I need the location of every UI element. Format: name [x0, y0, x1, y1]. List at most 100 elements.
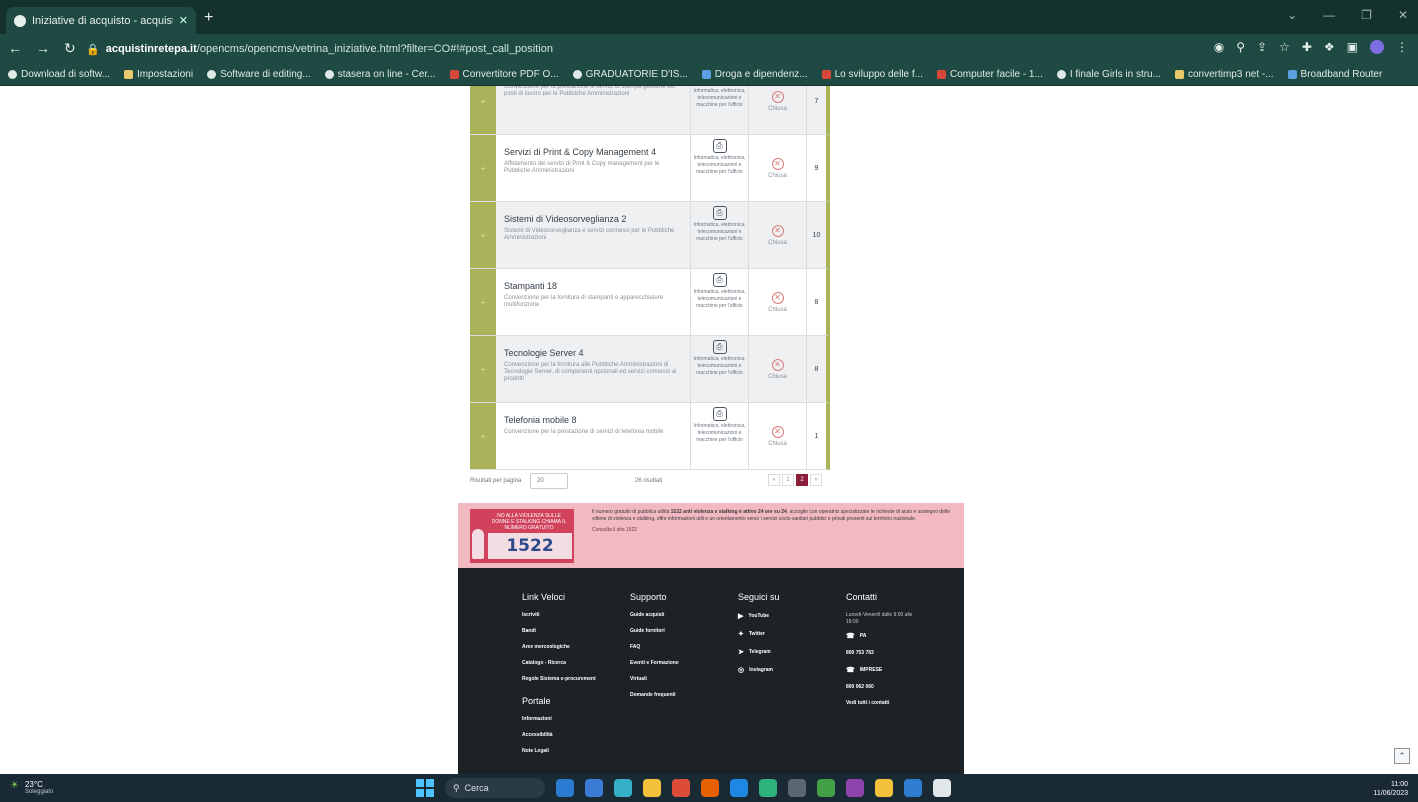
- footer-link[interactable]: Aree merceologiche: [522, 644, 596, 650]
- puzzle-icon[interactable]: ❖: [1324, 40, 1335, 54]
- calculator-icon[interactable]: [788, 779, 806, 797]
- initiative-row[interactable]: + Telefonia mobile 8 Convenzione per la pr…: [470, 403, 830, 470]
- footer-support-link[interactable]: Domande frequenti: [630, 692, 679, 698]
- initiative-description: Servizi di Print & Copy Management 4 Affi…: [496, 135, 690, 201]
- bookmark-star-icon[interactable]: ☆: [1279, 40, 1290, 54]
- mail-icon[interactable]: [585, 779, 603, 797]
- media-player-icon[interactable]: [846, 779, 864, 797]
- footer-link[interactable]: Iscriviti: [522, 612, 596, 618]
- folder-icon[interactable]: [643, 779, 661, 797]
- expand-toggle[interactable]: +: [470, 403, 496, 469]
- initiative-title[interactable]: Telefonia mobile 8: [504, 415, 682, 425]
- footer-support-link[interactable]: Eventi e Formazione: [630, 660, 679, 666]
- footer-portal-link[interactable]: Informazioni: [522, 716, 596, 722]
- zoom-icon[interactable]: ⚲: [1236, 40, 1245, 54]
- menu-icon[interactable]: ⋮: [1396, 40, 1408, 54]
- contact-imprese-number[interactable]: 800 062 060: [846, 684, 926, 690]
- minimize-icon[interactable]: —: [1323, 8, 1335, 22]
- bookmark-item[interactable]: stasera on line - Cer...: [324, 69, 436, 80]
- google-lens-icon[interactable]: ◉: [1214, 40, 1224, 54]
- footer-portal-link[interactable]: Accessibilità: [522, 732, 596, 738]
- page-button[interactable]: 1: [782, 474, 794, 486]
- bookmark-item[interactable]: Software di editing...: [207, 69, 311, 80]
- bookmark-item[interactable]: GRADUATORIE D'IS...: [572, 69, 688, 80]
- footer-portal-link[interactable]: Note Legali: [522, 748, 596, 754]
- close-tab-icon[interactable]: ✕: [179, 14, 188, 27]
- initiative-title[interactable]: Sistemi di Videosorveglianza 2: [504, 214, 682, 224]
- notepad-icon[interactable]: [759, 779, 777, 797]
- bookmark-item[interactable]: Impostazioni: [123, 69, 193, 80]
- back-icon[interactable]: ←: [8, 40, 22, 57]
- footer-link[interactable]: Catalogo - Ricerca: [522, 660, 596, 666]
- scroll-to-top-button[interactable]: ⌃: [1394, 748, 1410, 764]
- url-field[interactable]: 🔒 acquistinretepa.it/opencms/opencms/vet…: [86, 38, 1186, 60]
- banner-more-link[interactable]: Consulta il sito 1522: [592, 527, 954, 534]
- footer-support-link[interactable]: Guide acquisti: [630, 612, 679, 618]
- windows-start-icon[interactable]: [416, 779, 434, 797]
- per-page-select[interactable]: 20: [530, 473, 568, 489]
- browser-icon[interactable]: [730, 779, 748, 797]
- contact-more-link[interactable]: Vedi tutti i contatti: [846, 700, 926, 706]
- page-button[interactable]: 2: [796, 474, 808, 486]
- initiative-row[interactable]: + Tecnologie Server 4 Convenzione per la f…: [470, 336, 830, 403]
- bookmark-item[interactable]: Computer facile - 1...: [937, 69, 1043, 80]
- contact-pa-number[interactable]: 800 753 783: [846, 650, 926, 656]
- footer-contact-title: Contatti: [846, 592, 878, 602]
- sidebar-icon[interactable]: ▣: [1347, 40, 1358, 54]
- 1522-badge[interactable]: NO ALLA VIOLENZA SULLE DONNE E STALKING …: [470, 509, 574, 563]
- weather-widget[interactable]: ☀ 23°C Soleggiato: [10, 780, 53, 795]
- bookmark-icon: [1287, 70, 1297, 79]
- expand-toggle[interactable]: +: [470, 336, 496, 402]
- browser-tab[interactable]: Iniziative di acquisto - acquistin... ✕: [6, 7, 196, 34]
- close-window-icon[interactable]: ✕: [1398, 8, 1408, 22]
- bookmark-item[interactable]: Broadband Router: [1287, 69, 1382, 80]
- bookmark-item[interactable]: Download di softw...: [8, 69, 110, 80]
- extension-icon[interactable]: ✚: [1302, 40, 1312, 54]
- initiative-row[interactable]: + Stampanti 18 Convenzione per la fornitur…: [470, 269, 830, 336]
- bookmark-icon: [207, 70, 217, 79]
- reload-icon[interactable]: ↻: [64, 40, 76, 57]
- social-link[interactable]: ▶ YouTube: [738, 612, 780, 620]
- initiative-title[interactable]: Servizi di Print & Copy Management 4: [504, 147, 682, 157]
- edge-icon[interactable]: [614, 779, 632, 797]
- expand-toggle[interactable]: +: [470, 202, 496, 268]
- page-button[interactable]: «: [768, 474, 780, 486]
- footer-support-link[interactable]: Guide fornitori: [630, 628, 679, 634]
- system-clock[interactable]: 11:00 11/06/2023: [1373, 780, 1408, 798]
- store-icon[interactable]: [904, 779, 922, 797]
- footer-link[interactable]: Regole Sistema e-procurement: [522, 676, 596, 682]
- chevron-down-icon[interactable]: ⌄: [1287, 8, 1297, 22]
- bookmark-item[interactable]: Droga e dipendenz...: [701, 69, 808, 80]
- taskbar-search[interactable]: ⚲ Cerca: [445, 778, 545, 798]
- initiative-row[interactable]: + Convenzione per la prestazione di servi…: [470, 86, 830, 135]
- expand-toggle[interactable]: +: [470, 269, 496, 335]
- social-link[interactable]: ✦ Twitter: [738, 630, 780, 638]
- footer-support-link[interactable]: Virtuali: [630, 676, 679, 682]
- firefox-icon[interactable]: [701, 779, 719, 797]
- social-link[interactable]: ➤ Telegram: [738, 648, 780, 656]
- profile-avatar[interactable]: [1370, 40, 1384, 54]
- share-icon[interactable]: ⇪: [1257, 40, 1267, 54]
- expand-toggle[interactable]: +: [470, 135, 496, 201]
- expand-toggle[interactable]: +: [470, 86, 496, 134]
- page-button[interactable]: »: [810, 474, 822, 486]
- initiative-row[interactable]: + Servizi di Print & Copy Management 4 Aff…: [470, 135, 830, 202]
- initiative-title[interactable]: Tecnologie Server 4: [504, 348, 682, 358]
- file-explorer-icon[interactable]: [556, 779, 574, 797]
- image-viewer-icon[interactable]: [933, 779, 951, 797]
- photos-icon[interactable]: [817, 779, 835, 797]
- social-link[interactable]: ◎ Instagram: [738, 666, 780, 674]
- initiative-title[interactable]: Stampanti 18: [504, 281, 682, 291]
- new-tab-button[interactable]: +: [204, 9, 213, 27]
- bookmark-item[interactable]: Convertitore PDF O...: [449, 69, 559, 80]
- initiative-row[interactable]: + Sistemi di Videosorveglianza 2 Sistemi d…: [470, 202, 830, 269]
- bookmark-item[interactable]: Lo sviluppo delle f...: [821, 69, 923, 80]
- files-icon[interactable]: [875, 779, 893, 797]
- bookmark-item[interactable]: I finale Girls in stru...: [1056, 69, 1161, 80]
- footer-support-link[interactable]: FAQ: [630, 644, 679, 650]
- maximize-icon[interactable]: ❐: [1361, 8, 1372, 22]
- bookmark-item[interactable]: convertimp3 net -...: [1174, 69, 1274, 80]
- footer-link[interactable]: Bandi: [522, 628, 596, 634]
- forward-icon[interactable]: →: [36, 40, 50, 57]
- chrome-icon[interactable]: [672, 779, 690, 797]
